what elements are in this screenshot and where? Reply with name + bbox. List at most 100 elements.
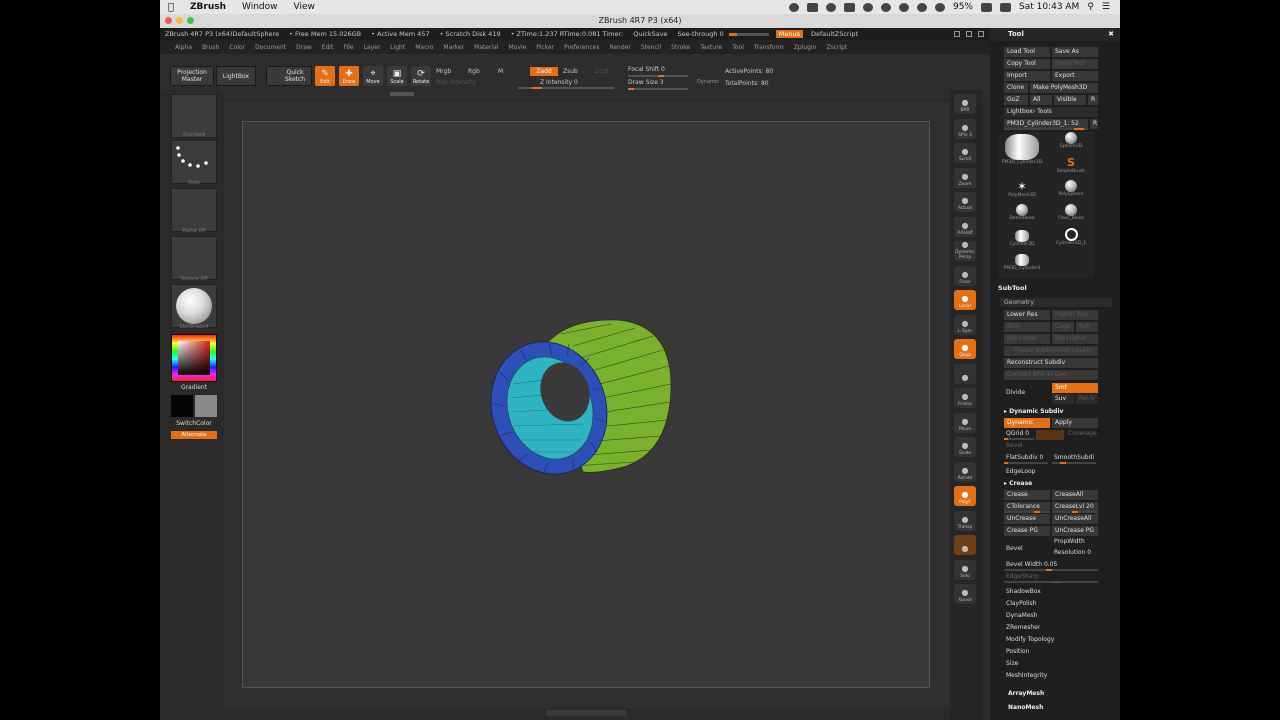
- battery-icon[interactable]: [980, 2, 992, 12]
- volume-icon[interactable]: [934, 2, 945, 12]
- menu-document[interactable]: Document: [250, 44, 291, 51]
- edge-loop-header[interactable]: EdgeLoop: [1006, 468, 1036, 475]
- nano-mesh-header[interactable]: NanoMesh: [1008, 704, 1043, 711]
- bevel-width-slider[interactable]: Bevel Width 0.05: [1006, 561, 1057, 568]
- tool-thumbnail-cylinder3d-1[interactable]: Cylinder3D_1: [1048, 228, 1094, 252]
- export-button[interactable]: Export: [1052, 71, 1098, 81]
- shelf-button-l-sym[interactable]: ● L.Sym: [954, 314, 976, 335]
- menu-window[interactable]: Window: [234, 2, 286, 12]
- secondary-color-swatch[interactable]: [195, 395, 217, 417]
- clone-button[interactable]: Clone: [1004, 83, 1028, 93]
- tool-thumbnail-polysphere[interactable]: PolySphere: [1048, 180, 1094, 204]
- flat-subdiv-slider[interactable]: FlatSubdiv 0: [1006, 454, 1043, 461]
- array-mesh-header[interactable]: ArrayMesh: [1008, 690, 1044, 697]
- projection-master-button[interactable]: Projection Master: [170, 66, 214, 86]
- modify-topology-header[interactable]: Modify Topology: [1006, 636, 1054, 643]
- dynamic-size-button[interactable]: Dynamic: [697, 79, 719, 85]
- zoom-window-icon[interactable]: [187, 17, 194, 24]
- focal-shift-slider[interactable]: Focal Shift 0: [628, 66, 665, 73]
- alternate-button[interactable]: Alternate: [171, 431, 217, 439]
- tool-thumbnail-pm3d-cylinder3[interactable]: PM3D_Cylinder3: [998, 252, 1046, 276]
- shelf-button-scale[interactable]: ● Scale: [954, 437, 976, 457]
- divide-button[interactable]: Divide: [1006, 389, 1025, 396]
- shadowbox-header[interactable]: ShadowBox: [1006, 588, 1041, 595]
- apple-icon[interactable]: : [160, 2, 182, 13]
- uncrease-button[interactable]: UnCrease: [1004, 514, 1050, 524]
- goz-r-button[interactable]: R: [1088, 95, 1098, 105]
- z-intensity-track[interactable]: [518, 87, 614, 89]
- canvas-scroll-indicator[interactable]: [390, 92, 414, 96]
- current-tool-r-button[interactable]: R: [1090, 119, 1098, 129]
- document-canvas[interactable]: [242, 121, 930, 688]
- menu-marker[interactable]: Marker: [438, 44, 469, 51]
- del-higher-button[interactable]: Del Higher: [1052, 334, 1098, 344]
- color-picker-square[interactable]: [178, 341, 210, 375]
- scale-mode-button[interactable]: ▣ Scale: [387, 66, 407, 86]
- rstr-button[interactable]: Rstr: [1076, 322, 1098, 332]
- menu-texture[interactable]: Texture: [695, 44, 727, 51]
- shelf-button-blank-11[interactable]: ●: [954, 363, 976, 384]
- menu-color[interactable]: Color: [224, 44, 250, 51]
- goz-all-button[interactable]: All: [1030, 95, 1052, 105]
- menu-app-name[interactable]: ZBrush: [182, 2, 234, 12]
- mrgb-button[interactable]: Mrgb: [436, 68, 451, 75]
- suv-toggle[interactable]: Suv: [1052, 394, 1074, 404]
- stroke-thumbnail[interactable]: [171, 140, 217, 184]
- apply-button[interactable]: Apply: [1052, 418, 1098, 428]
- menu-draw[interactable]: Draw: [291, 44, 317, 51]
- minimize-window-icon[interactable]: [176, 17, 183, 24]
- draw-size-slider[interactable]: Draw Size 3: [628, 79, 664, 86]
- coverage-slider[interactable]: Coverage: [1068, 430, 1097, 437]
- goz-button[interactable]: GoZ: [1004, 95, 1028, 105]
- shelf-button-qxyz[interactable]: ● Qxyz: [954, 339, 976, 359]
- shelf-button-actual[interactable]: ● Actual: [954, 192, 976, 212]
- menu-light[interactable]: Light: [385, 44, 410, 51]
- keyboard-icon[interactable]: [999, 2, 1011, 12]
- shelf-button-scroll[interactable]: ● Scroll: [954, 143, 976, 163]
- notification-center-icon[interactable]: ☰: [1102, 2, 1110, 12]
- menu-view[interactable]: View: [286, 2, 323, 12]
- make-polymesh-button[interactable]: Make PolyMesh3D: [1030, 83, 1098, 93]
- close-palette-icon[interactable]: ✖: [1108, 28, 1114, 41]
- uncrease-pg-button[interactable]: UnCrease PG: [1052, 526, 1098, 536]
- wifi-icon[interactable]: [916, 2, 927, 12]
- position-header[interactable]: Position: [1006, 648, 1029, 655]
- crease-header[interactable]: ▸ Crease: [1004, 480, 1032, 487]
- canvas-bottom-handle[interactable]: [546, 710, 626, 716]
- material-thumbnail[interactable]: [171, 284, 217, 328]
- shelf-button-local[interactable]: ● Local: [954, 290, 976, 310]
- focal-shift-track[interactable]: [628, 75, 688, 77]
- import-button[interactable]: Import: [1004, 71, 1050, 81]
- menu-file[interactable]: File: [338, 44, 358, 51]
- rgb-button[interactable]: Rgb: [468, 68, 480, 75]
- lower-res-button[interactable]: Lower Res: [1004, 310, 1050, 320]
- subtool-header[interactable]: SubTool: [998, 284, 1027, 292]
- menu-stencil[interactable]: Stencil: [636, 44, 666, 51]
- crease-pg-button[interactable]: Crease PG: [1004, 526, 1050, 536]
- shelf-button-move[interactable]: ● Move: [954, 412, 976, 433]
- edge-sharp-slider[interactable]: EdgeSharp: [1006, 573, 1039, 580]
- ctolerance-track[interactable]: [1004, 511, 1050, 513]
- load-tool-button[interactable]: Load Tool: [1004, 47, 1050, 57]
- shelf-button-rotate[interactable]: ● Rotate: [954, 461, 976, 482]
- menu-alpha[interactable]: Alpha: [170, 44, 197, 51]
- interface-control-icon[interactable]: [954, 31, 960, 37]
- interface-control-icon[interactable]: [978, 31, 984, 37]
- size-header[interactable]: Size: [1006, 660, 1018, 667]
- flat-subdiv-track[interactable]: [1004, 462, 1048, 464]
- color-picker[interactable]: [171, 334, 217, 382]
- dynamesh-header[interactable]: DynaMesh: [1006, 612, 1037, 619]
- battery-percent[interactable]: 95%: [953, 2, 973, 12]
- qgrid-toggle[interactable]: [1036, 430, 1064, 440]
- smt-toggle[interactable]: Smt: [1052, 383, 1098, 393]
- status-icon[interactable]: [862, 2, 873, 12]
- draw-mode-button[interactable]: ✚ Draw: [339, 66, 359, 86]
- qgrid-slider[interactable]: QGrid 0: [1006, 430, 1029, 437]
- status-icon[interactable]: [825, 2, 836, 12]
- shelf-button-blank-18[interactable]: ●: [954, 535, 976, 555]
- del-lower-button[interactable]: Del Lower: [1004, 334, 1050, 344]
- move-mode-button[interactable]: ⌖ Move: [363, 66, 383, 86]
- menu-brush[interactable]: Brush: [197, 44, 224, 51]
- zsub-button[interactable]: Zsub: [563, 68, 578, 75]
- shelf-button-dynamic-persp[interactable]: ● Dynamic Persp: [954, 240, 976, 261]
